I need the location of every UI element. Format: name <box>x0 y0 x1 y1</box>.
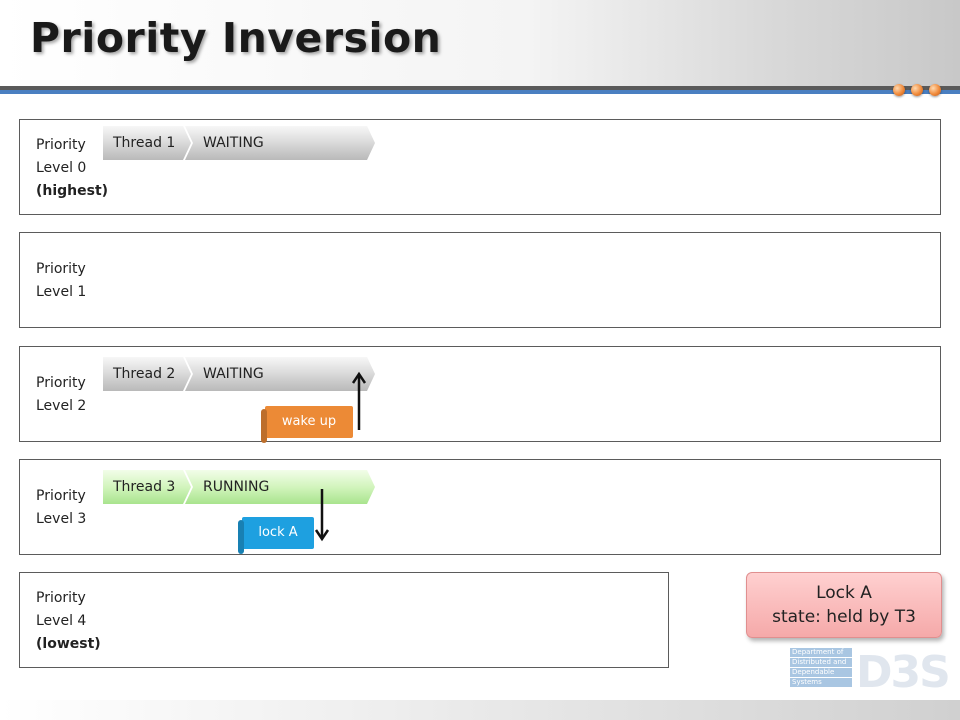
dot-icon <box>893 84 905 96</box>
bottom-band <box>0 700 960 720</box>
lane-label-line: Level 3 <box>36 511 87 527</box>
dot-icon <box>929 84 941 96</box>
thread-1-chevron: Thread 1 <box>103 126 191 160</box>
lane-label: Priority Level 1 <box>36 258 126 304</box>
logo-line: Dependable <box>790 668 852 677</box>
lane-label-qualifier: (lowest) <box>36 636 101 652</box>
thread-2-state-chevron: WAITING <box>185 357 375 391</box>
logo-line: Systems <box>790 678 852 687</box>
thread-1-state-chevron: WAITING <box>185 126 375 160</box>
arrow-up-icon <box>351 371 367 430</box>
title-rule-accent <box>0 90 960 94</box>
lock-state-box: Lock A state: held by T3 <box>746 572 942 638</box>
lane-label-line: Priority <box>36 261 86 277</box>
dot-icon <box>911 84 923 96</box>
page-title: Priority Inversion <box>30 14 442 62</box>
logo-line: Department of <box>790 648 852 657</box>
lock-a-event: lock A <box>242 517 314 549</box>
thread-3-state-chevron: RUNNING <box>185 470 375 504</box>
logo-text: Department of Distributed and Dependable… <box>790 648 852 694</box>
orange-dots-icon <box>893 84 945 98</box>
logo-line: Distributed and <box>790 658 852 667</box>
thread-2-chevron: Thread 2 <box>103 357 191 391</box>
logo-mark: D3S <box>856 647 951 698</box>
lane-label-line: Level 4 <box>36 613 87 629</box>
lock-state-value: state: held by T3 <box>772 607 916 627</box>
arrow-down-icon <box>314 489 330 542</box>
lane-label-qualifier: (highest) <box>36 183 109 199</box>
lock-state-title: Lock A <box>816 583 872 603</box>
lane-label-line: Level 0 <box>36 160 87 176</box>
priority-lane-4: Priority Level 4 (lowest) <box>19 572 669 668</box>
lane-label-line: Level 2 <box>36 398 87 414</box>
d3s-logo: Department of Distributed and Dependable… <box>790 647 951 700</box>
lane-label-line: Priority <box>36 590 86 606</box>
priority-lane-1: Priority Level 1 <box>19 232 941 328</box>
lane-label-line: Level 1 <box>36 284 87 300</box>
lane-label: Priority Level 4 (lowest) <box>36 587 126 656</box>
thread-3-chevron: Thread 3 <box>103 470 191 504</box>
wake-up-event: wake up <box>265 406 353 438</box>
